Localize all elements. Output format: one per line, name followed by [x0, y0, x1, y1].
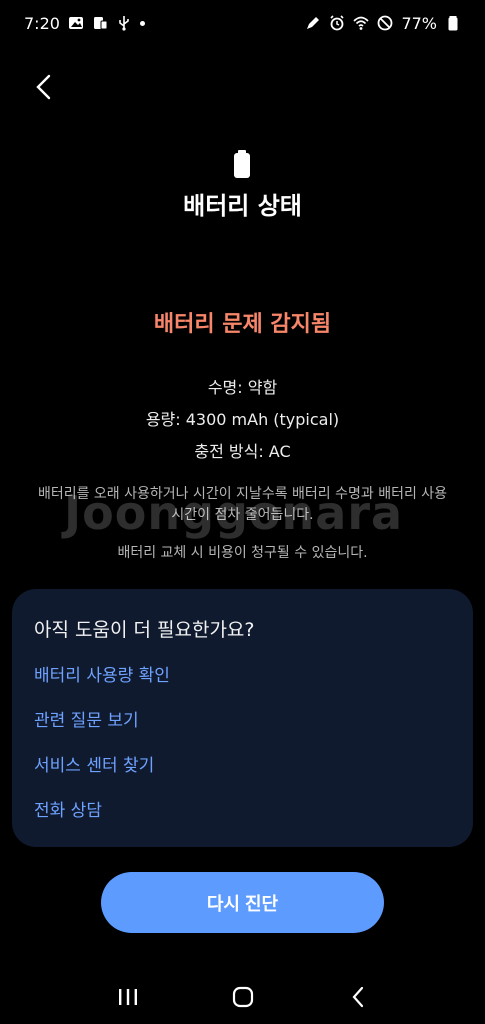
back-nav-icon: [352, 986, 363, 1008]
replacement-cost-note: 배터리 교체 시 비용이 청구될 수 있습니다.: [117, 545, 368, 561]
battery-description: 배터리를 오래 사용하거나 시간이 지날수록 배터리 수명과 배터리 사용 시간…: [37, 486, 448, 523]
phone-consult-link[interactable]: 전화 상담: [34, 799, 451, 844]
status-bar: 7:20 77%: [0, 0, 485, 46]
back-nav-button[interactable]: [338, 977, 378, 1017]
dnd-icon: [377, 15, 393, 31]
service-center-link[interactable]: 서비스 센터 찾기: [34, 754, 451, 799]
lifespan-text: 수명: 약함: [207, 378, 278, 397]
help-card: 아직 도움이 더 필요한가요? 배터리 사용량 확인 관련 질문 보기 서비스 …: [12, 589, 473, 847]
pen-icon: [305, 15, 321, 31]
battery-icon: [232, 150, 252, 178]
retry-diagnosis-button[interactable]: 다시 진단: [101, 872, 384, 933]
wifi-icon: [353, 15, 370, 31]
battery-problem-alert: 배터리 문제 감지됨: [153, 312, 332, 337]
battery-usage-link[interactable]: 배터리 사용량 확인: [34, 664, 451, 709]
help-title: 아직 도움이 더 필요한가요?: [34, 619, 255, 641]
navigation-bar: [0, 970, 485, 1024]
back-button[interactable]: [26, 70, 60, 104]
alarm-icon: [329, 15, 345, 31]
page-title: 배터리 상태: [183, 192, 302, 220]
notification-dot-icon: [139, 20, 145, 26]
recent-apps-icon: [118, 989, 137, 1005]
screenshot-icon: [92, 15, 108, 31]
home-icon: [232, 986, 253, 1008]
usb-icon: [116, 15, 132, 31]
recent-apps-button[interactable]: [108, 977, 148, 1017]
status-battery-icon: [445, 15, 461, 31]
related-questions-link[interactable]: 관련 질문 보기: [34, 709, 451, 754]
home-button[interactable]: [223, 977, 263, 1017]
status-left: 7:20: [24, 14, 145, 33]
capacity-text: 용량: 4300 mAh (typical): [145, 410, 340, 429]
status-right: 77%: [305, 14, 461, 33]
charging-type-text: 충전 방식: AC: [194, 442, 291, 461]
gallery-icon: [68, 15, 84, 31]
battery-percent: 77%: [401, 13, 437, 33]
chevron-left-icon: [36, 74, 51, 100]
status-time: 7:20: [24, 13, 60, 33]
